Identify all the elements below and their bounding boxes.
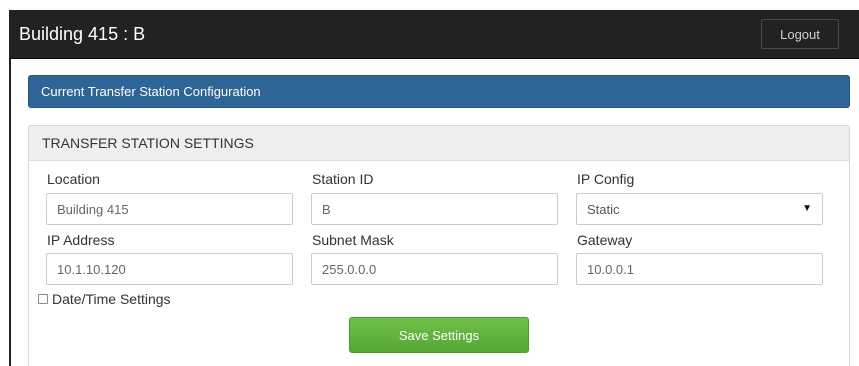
station-id-input[interactable] xyxy=(311,193,558,225)
location-label: Location xyxy=(47,171,100,187)
checkbox-icon[interactable] xyxy=(38,294,48,304)
location-input[interactable] xyxy=(46,193,293,225)
ip-address-label: IP Address xyxy=(47,232,115,248)
app-frame: Building 415 : B Logout Current Transfer… xyxy=(0,0,859,366)
caret-down-icon: ▼ xyxy=(802,203,812,214)
gateway-label: Gateway xyxy=(577,232,633,248)
subnet-mask-input[interactable] xyxy=(311,253,558,285)
ip-address-input[interactable] xyxy=(46,253,293,285)
left-margin xyxy=(0,0,9,366)
datetime-settings-label: Date/Time Settings xyxy=(52,291,171,307)
settings-panel-heading: TRANSFER STATION SETTINGS xyxy=(29,126,849,161)
brand-title: Building 415 : B xyxy=(19,24,146,44)
gateway-input[interactable] xyxy=(576,253,823,285)
ip-config-select[interactable]: Static ▼ xyxy=(576,193,823,225)
content-left-border xyxy=(9,59,11,366)
save-settings-button[interactable]: Save Settings xyxy=(349,317,529,353)
station-id-label: Station ID xyxy=(312,171,374,187)
current-configuration-header: Current Transfer Station Configuration xyxy=(28,75,850,108)
logout-button[interactable]: Logout xyxy=(761,19,839,49)
ip-config-selected-value: Static xyxy=(587,201,620,217)
top-navbar: Building 415 : B Logout xyxy=(9,10,859,59)
current-configuration-title: Current Transfer Station Configuration xyxy=(41,84,261,99)
datetime-settings-toggle[interactable]: Date/Time Settings xyxy=(38,291,171,307)
ip-config-label: IP Config xyxy=(577,171,635,187)
subnet-mask-label: Subnet Mask xyxy=(312,232,394,248)
